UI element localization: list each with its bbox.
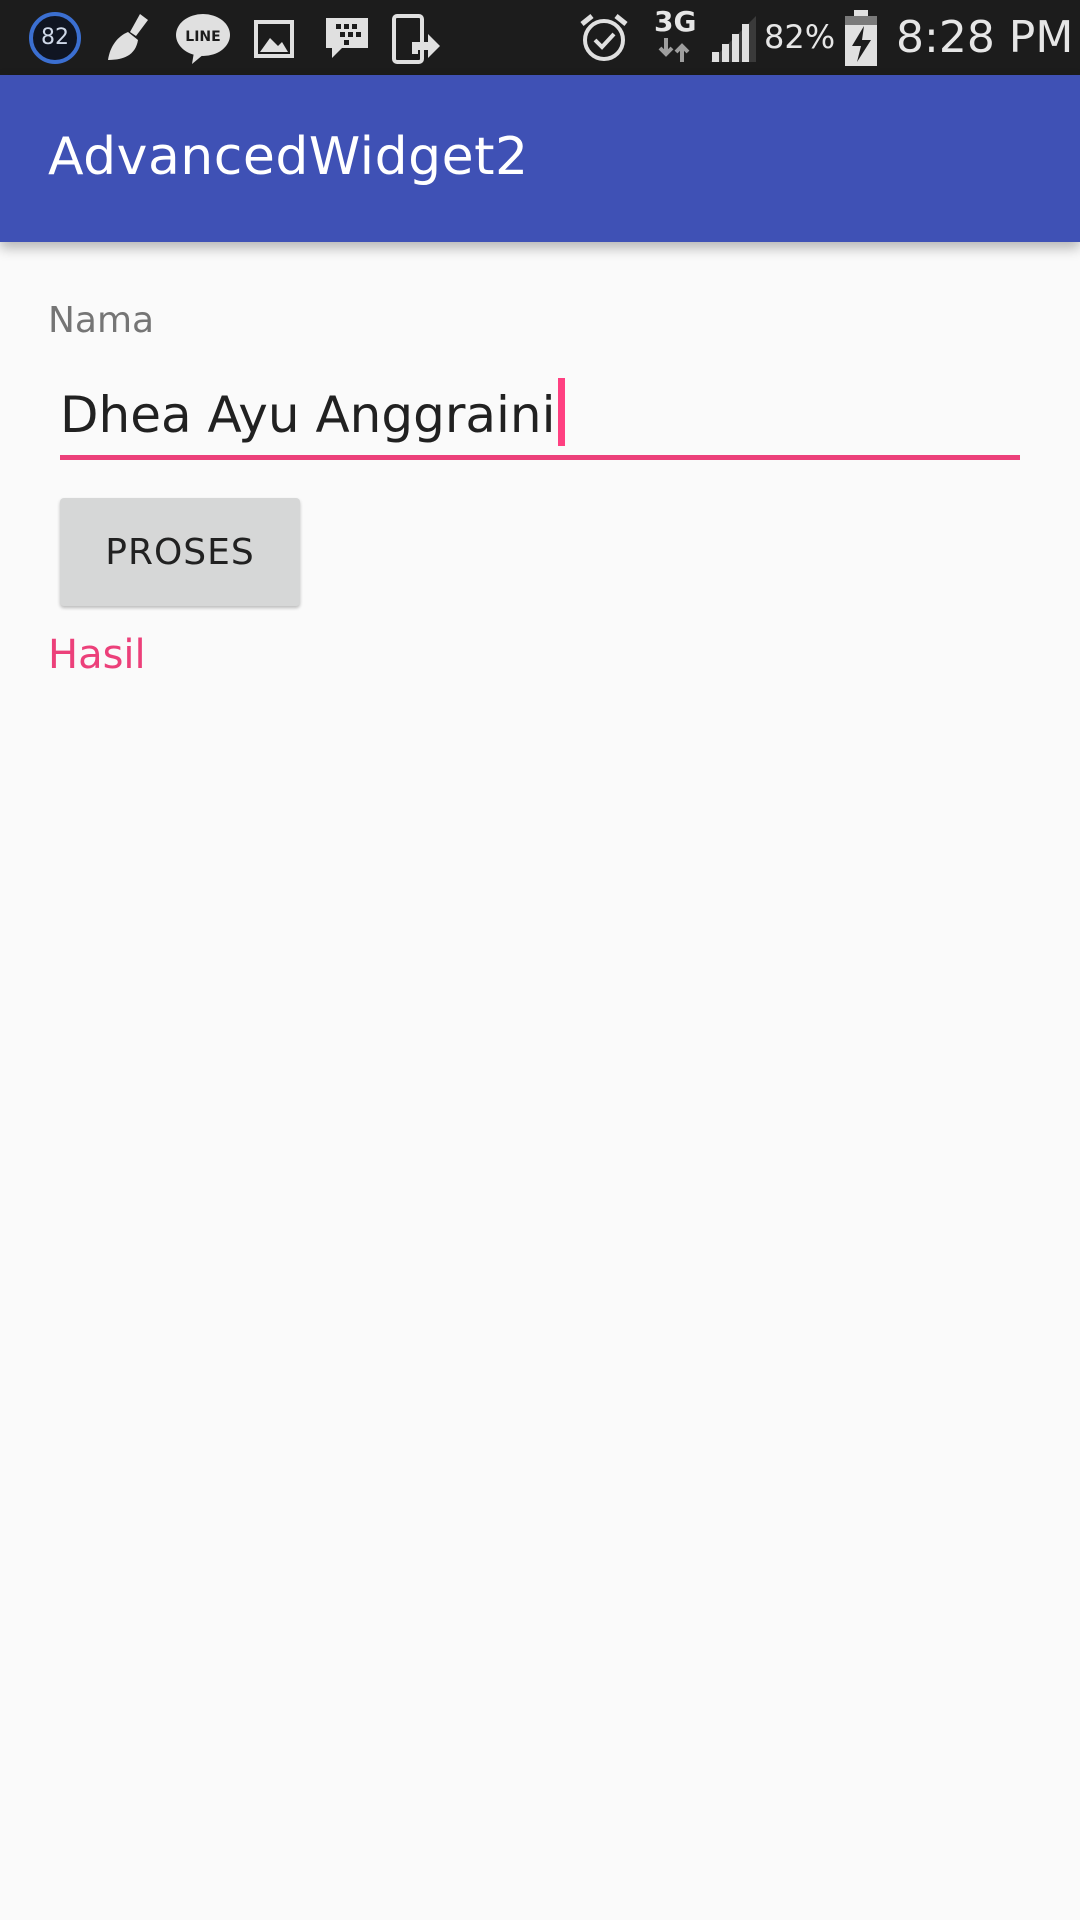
clock: 8:28 PM <box>896 12 1074 63</box>
result-text: Hasil <box>48 632 146 678</box>
network-arrows-icon <box>656 36 694 64</box>
app-bar: AdvancedWidget2 <box>0 75 1080 242</box>
main-content: Nama Dhea Ayu Anggraini PROSES Hasil <box>0 242 1080 1920</box>
battery-percent: 82% <box>764 18 836 56</box>
name-field-underline <box>60 455 1020 460</box>
cleaner-icon <box>102 10 158 66</box>
line-icon: LINE <box>174 10 232 66</box>
text-cursor <box>557 378 565 446</box>
svg-text:LINE: LINE <box>185 29 220 45</box>
app-title: AdvancedWidget2 <box>48 127 529 187</box>
name-field-text[interactable]: Dhea Ayu Anggraini <box>60 378 565 446</box>
proses-button[interactable]: PROSES <box>60 498 300 606</box>
name-value: Dhea Ayu Anggraini <box>60 386 556 444</box>
phone-share-icon <box>390 10 444 66</box>
notification-badge-icon: 82 <box>28 11 82 65</box>
status-bar: 82 LINE 3G 82% 8:28 PM <box>0 0 1080 75</box>
signal-icon <box>706 10 760 66</box>
gallery-icon <box>252 10 296 66</box>
bbm-icon <box>322 10 372 66</box>
name-field[interactable]: Dhea Ayu Anggraini <box>60 370 1020 460</box>
name-label: Nama <box>48 300 155 341</box>
alarm-icon <box>578 10 630 66</box>
battery-charging-icon <box>842 8 880 68</box>
notification-count: 82 <box>41 25 69 50</box>
